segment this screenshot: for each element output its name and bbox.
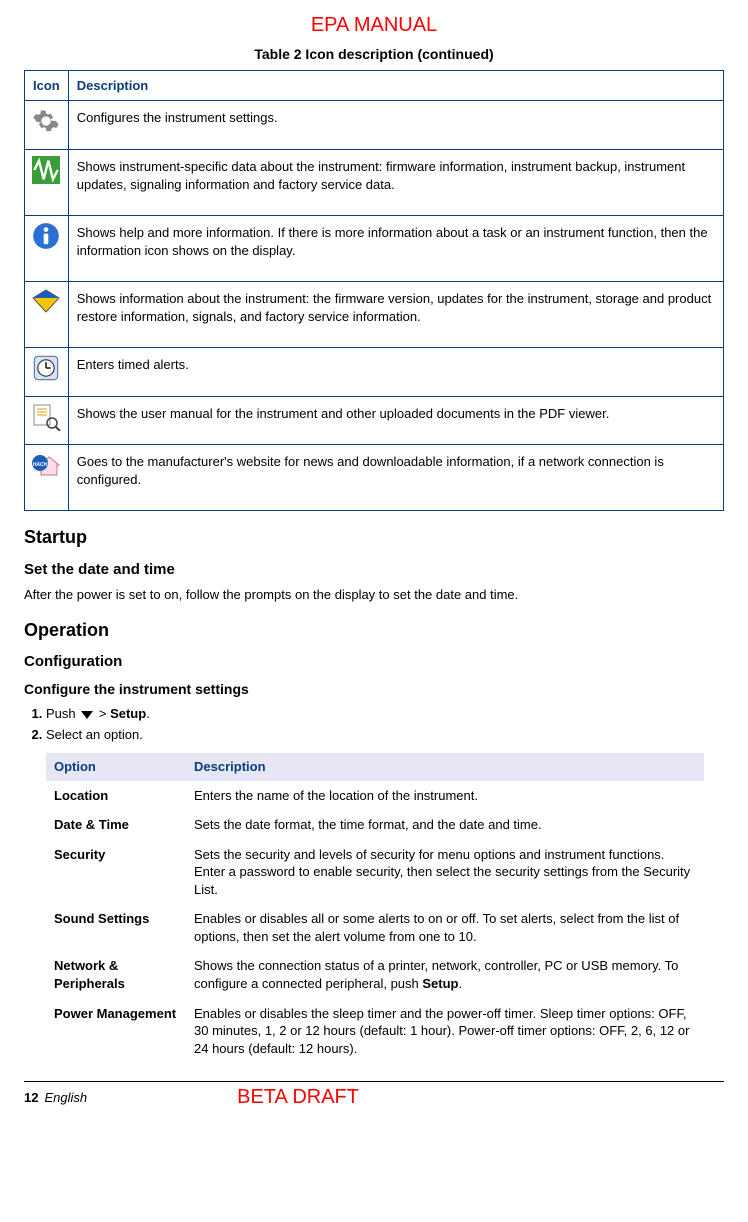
step-2: Select an option. xyxy=(46,726,724,744)
icon-desc: Shows information about the instrument: … xyxy=(68,282,723,348)
opt-desc: Sets the date format, the time format, a… xyxy=(186,810,704,840)
opt-name: Sound Settings xyxy=(46,904,186,951)
diamond-icon xyxy=(31,288,61,319)
table-row: Shows instrument-specific data about the… xyxy=(25,149,724,215)
options-table: Option Description Location Enters the n… xyxy=(46,753,704,1063)
table-row: Date & Time Sets the date format, the ti… xyxy=(46,810,704,840)
step-1: Push > Setup. xyxy=(46,705,724,723)
opt-col-desc: Description xyxy=(186,753,704,781)
np-bold: Setup xyxy=(422,976,458,991)
gear-icon xyxy=(32,107,60,140)
icon-description-table: Icon Description Configures the instrume… xyxy=(24,70,724,512)
table-row: Shows the user manual for the instrument… xyxy=(25,396,724,445)
icon-desc: Goes to the manufacturer's website for n… xyxy=(68,445,723,511)
opt-desc: Enters the name of the location of the i… xyxy=(186,781,704,811)
icon-desc: Shows the user manual for the instrument… xyxy=(68,396,723,445)
opt-name: Location xyxy=(46,781,186,811)
down-triangle-icon xyxy=(81,711,93,719)
page-lang: English xyxy=(44,1089,87,1107)
step1-pre: Push xyxy=(46,706,79,721)
table-row: Security Sets the security and levels of… xyxy=(46,840,704,905)
table-row: Sound Settings Enables or disables all o… xyxy=(46,904,704,951)
table-row: Power Management Enables or disables the… xyxy=(46,999,704,1064)
col-header-desc: Description xyxy=(68,70,723,101)
step1-setup: Setup xyxy=(110,706,146,721)
table-row: Network & Peripherals Shows the connecti… xyxy=(46,951,704,998)
manual-icon xyxy=(31,403,61,436)
info-icon xyxy=(32,222,60,255)
icon-desc: Shows instrument-specific data about the… xyxy=(68,149,723,215)
opt-name: Network & Peripherals xyxy=(46,951,186,998)
step1-post: > xyxy=(95,706,110,721)
home-web-icon: HACH xyxy=(31,451,61,484)
configuration-heading: Configuration xyxy=(24,652,724,672)
table-row: Enters timed alerts. xyxy=(25,348,724,397)
table-row: Configures the instrument settings. xyxy=(25,101,724,150)
opt-name: Date & Time xyxy=(46,810,186,840)
opt-desc: Sets the security and levels of security… xyxy=(186,840,704,905)
step2-text: Select an option. xyxy=(46,727,143,742)
table-caption: Table 2 Icon description (continued) xyxy=(24,45,724,64)
footer-watermark: BETA DRAFT xyxy=(237,1084,359,1111)
opt-col-option: Option xyxy=(46,753,186,781)
header-watermark: EPA MANUAL xyxy=(24,12,724,39)
startup-heading: Startup xyxy=(24,525,724,549)
table-row: Location Enters the name of the location… xyxy=(46,781,704,811)
table-row: Shows help and more information. If ther… xyxy=(25,216,724,282)
operation-heading: Operation xyxy=(24,618,724,642)
icon-desc: Shows help and more information. If ther… xyxy=(68,216,723,282)
table-row: Shows information about the instrument: … xyxy=(25,282,724,348)
svg-text:HACH: HACH xyxy=(33,462,48,468)
icon-desc: Configures the instrument settings. xyxy=(68,101,723,150)
opt-desc: Shows the connection status of a printer… xyxy=(186,951,704,998)
clock-icon xyxy=(32,354,60,387)
col-header-icon: Icon xyxy=(25,70,69,101)
waveform-icon xyxy=(32,156,60,189)
opt-desc: Enables or disables all or some alerts t… xyxy=(186,904,704,951)
opt-desc: Enables or disables the sleep timer and … xyxy=(186,999,704,1064)
np-post: . xyxy=(459,976,463,991)
icon-desc: Enters timed alerts. xyxy=(68,348,723,397)
opt-name: Security xyxy=(46,840,186,905)
configure-instrument-heading: Configure the instrument settings xyxy=(24,680,724,699)
startup-text: After the power is set to on, follow the… xyxy=(24,586,724,604)
steps-list: Push > Setup. Select an option. xyxy=(24,705,724,743)
set-date-time-heading: Set the date and time xyxy=(24,560,724,580)
page-number: 12 xyxy=(24,1089,38,1107)
page-footer: 12 English BETA DRAFT xyxy=(24,1081,724,1111)
step1-end: . xyxy=(146,706,150,721)
opt-name: Power Management xyxy=(46,999,186,1064)
table-row: HACH Goes to the manufacturer's website … xyxy=(25,445,724,511)
